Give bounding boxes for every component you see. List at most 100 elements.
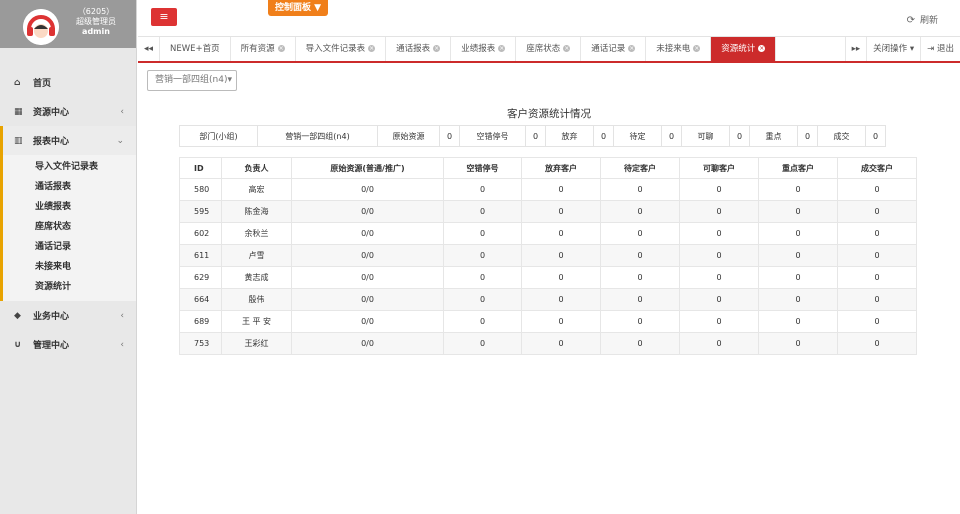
cell-talkable: 0 — [679, 310, 759, 333]
sidebar-subitem-call-report[interactable]: 通话报表 — [3, 177, 136, 197]
tab-bar: ◂◂ NEWE+首页 所有资源 × 导入文件记录表 × 通话报表 × 业绩报表 × 座席… — [138, 37, 960, 63]
tab-agent-status[interactable]: 座席状态 × — [516, 37, 582, 61]
cell-empty: 0 — [443, 266, 522, 289]
user-profile: （6205） 超级管理员 admin — [0, 0, 136, 48]
sidebar: （6205） 超级管理员 admin ⌂ 首页 ▦ 资源中心 ‹ ▥ 报表中心 … — [0, 0, 137, 514]
tab-label: NEWE+首页 — [170, 44, 220, 54]
cell-owner: 王 平 安 — [221, 310, 292, 333]
tab-actions: ▸▸ 关闭操作 ▾ ⇥ 退出 — [844, 37, 960, 61]
close-icon[interactable]: × — [433, 45, 441, 52]
tab-scroll-left-button[interactable]: ◂◂ — [138, 37, 160, 61]
cell-deal: 0 — [837, 222, 917, 245]
table-row: 629 黄志成 0/0 0 0 0 0 0 0 — [179, 266, 917, 289]
dept-label: 部门(小组) — [179, 125, 258, 147]
sidebar-subitem-import-log[interactable]: 导入文件记录表 — [3, 157, 136, 177]
close-icon[interactable]: × — [693, 45, 701, 52]
cell-abandon: 0 — [521, 288, 601, 311]
tab-call-records[interactable]: 通话记录 × — [581, 37, 647, 61]
cell-empty: 0 — [443, 332, 522, 355]
cell-key: 0 — [758, 266, 838, 289]
group-select-dropdown[interactable]: 营销一部四组(n4)▾ — [147, 70, 237, 91]
sidebar-subitem-performance-report[interactable]: 业绩报表 — [3, 197, 136, 217]
column-header-deal: 成交客户 — [837, 157, 917, 179]
tab-home[interactable]: NEWE+首页 — [160, 37, 231, 61]
empty-label: 空错停号 — [459, 125, 526, 147]
close-actions-dropdown[interactable]: 关闭操作 ▾ — [866, 37, 920, 61]
sidebar-item-management-center[interactable]: ∪ 管理中心 ‹ — [0, 330, 136, 359]
table-row: 611 卢雪 0/0 0 0 0 0 0 0 — [179, 244, 917, 267]
close-icon[interactable]: × — [277, 45, 285, 52]
cell-owner: 黄志成 — [221, 266, 292, 289]
close-icon[interactable]: × — [758, 45, 766, 52]
refresh-label: 刷新 — [919, 16, 938, 26]
sidebar-subitem-agent-status[interactable]: 座席状态 — [3, 217, 136, 237]
table-row: 595 陈金海 0/0 0 0 0 0 0 0 — [179, 200, 917, 223]
sidebar-item-report-center[interactable]: ▥ 报表中心 ⌄ — [0, 126, 136, 155]
sidebar-subitem-missed-calls[interactable]: 未接来电 — [3, 257, 136, 277]
cell-id: 595 — [179, 200, 222, 223]
cell-pending: 0 — [600, 288, 680, 311]
cell-deal: 0 — [837, 244, 917, 267]
sidebar-item-home[interactable]: ⌂ 首页 — [0, 68, 136, 97]
sidebar-item-resource-center[interactable]: ▦ 资源中心 ‹ — [0, 97, 136, 126]
sidebar-item-label: 管理中心 — [33, 341, 70, 351]
cell-deal: 0 — [837, 266, 917, 289]
refresh-button[interactable]: ⟳ 刷新 — [907, 13, 938, 26]
cell-owner: 余秋兰 — [221, 222, 292, 245]
refresh-icon: ⟳ — [906, 15, 915, 26]
table-row: 664 殷伟 0/0 0 0 0 0 0 0 — [179, 288, 917, 311]
cell-talkable: 0 — [679, 244, 759, 267]
cell-abandon: 0 — [521, 200, 601, 223]
tab-scroll-right-button[interactable]: ▸▸ — [844, 37, 867, 61]
cell-talkable: 0 — [679, 200, 759, 223]
cell-abandon: 0 — [521, 222, 601, 245]
tab-label: 未接来电 — [656, 44, 691, 54]
tab-import-log[interactable]: 导入文件记录表 × — [296, 37, 387, 61]
close-icon[interactable]: × — [563, 45, 571, 52]
tab-call-report[interactable]: 通话报表 × — [386, 37, 452, 61]
tab-label: 通话记录 — [591, 44, 626, 54]
table-header-row: ID 负责人 原始资源(普通/推广) 空错停号 放弃客户 待定客户 可聊客户 重… — [179, 157, 917, 179]
logout-button[interactable]: ⇥ 退出 — [920, 37, 960, 61]
cell-id: 753 — [179, 332, 222, 355]
tab-label: 导入文件记录表 — [305, 44, 366, 54]
talkable-label: 可聊 — [681, 125, 730, 147]
cell-talkable: 0 — [679, 288, 759, 311]
cell-deal: 0 — [837, 178, 917, 201]
cell-key: 0 — [758, 244, 838, 267]
cell-abandon: 0 — [521, 266, 601, 289]
cell-key: 0 — [758, 200, 838, 223]
sidebar-subitem-call-records[interactable]: 通话记录 — [3, 237, 136, 257]
profile-code: （6205） — [77, 7, 115, 16]
sidebar-item-business-center[interactable]: ◆ 业务中心 ‹ — [0, 301, 136, 330]
cell-id: 602 — [179, 222, 222, 245]
tab-all-resources[interactable]: 所有资源 × — [231, 37, 296, 61]
menu-toggle-button[interactable]: ≡ — [151, 8, 177, 26]
avatar[interactable] — [23, 9, 59, 45]
profile-text: （6205） 超级管理员 admin — [66, 7, 126, 37]
tab-performance-report[interactable]: 业绩报表 × — [451, 37, 517, 61]
cell-raw: 0/0 — [291, 288, 444, 311]
tab-resource-stats[interactable]: 资源统计 × — [711, 37, 777, 61]
cell-owner: 殷伟 — [221, 288, 292, 311]
cell-deal: 0 — [837, 332, 917, 355]
close-icon[interactable]: × — [628, 45, 636, 52]
profile-name: admin — [82, 27, 110, 36]
control-panel-button[interactable]: 控制面板 ▼ — [268, 0, 328, 16]
cell-empty: 0 — [443, 288, 522, 311]
column-header-talkable: 可聊客户 — [679, 157, 759, 179]
chevron-left-icon: ‹ — [120, 106, 124, 117]
cell-key: 0 — [758, 310, 838, 333]
close-icon[interactable]: × — [368, 45, 376, 52]
close-icon[interactable]: × — [498, 45, 506, 52]
cell-pending: 0 — [600, 178, 680, 201]
tab-missed-calls[interactable]: 未接来电 × — [646, 37, 712, 61]
logout-icon: ⇥ — [927, 44, 935, 54]
talkable-value: 0 — [729, 125, 750, 147]
cell-raw: 0/0 — [291, 200, 444, 223]
cell-talkable: 0 — [679, 222, 759, 245]
cell-pending: 0 — [600, 332, 680, 355]
cell-key: 0 — [758, 178, 838, 201]
sidebar-item-label: 首页 — [33, 79, 52, 89]
sidebar-subitem-resource-stats[interactable]: 资源统计 — [3, 277, 136, 297]
